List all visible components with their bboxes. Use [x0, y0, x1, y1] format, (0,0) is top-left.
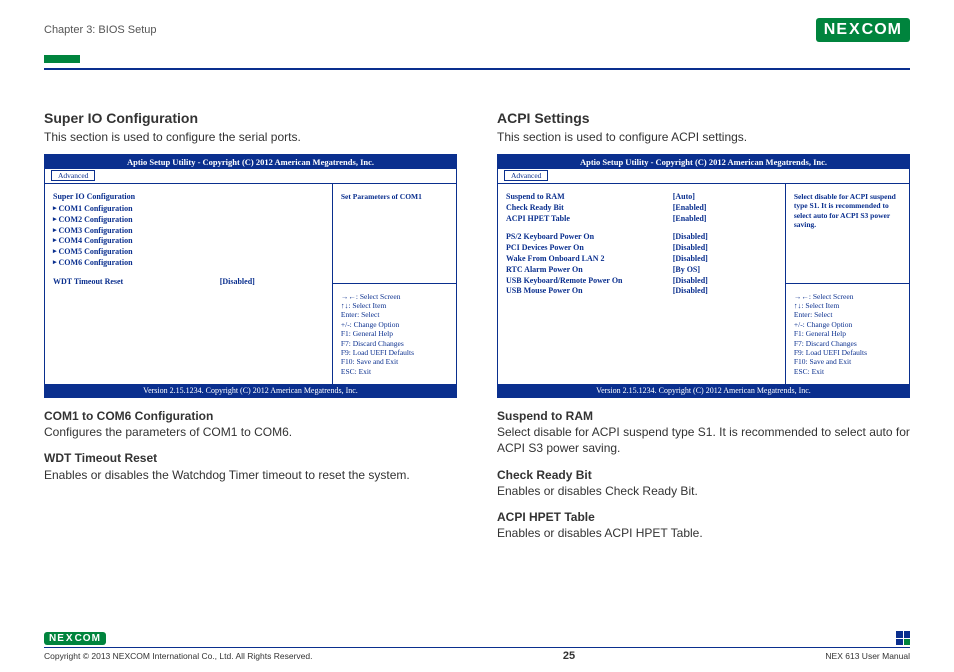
bios-item[interactable]: COM3 Configuration — [53, 226, 324, 237]
desc-title: Check Ready Bit — [497, 468, 592, 482]
right-column: ACPI Settings This section is used to co… — [497, 110, 910, 551]
right-descriptions: Suspend to RAM Select disable for ACPI su… — [497, 408, 910, 541]
bios-item[interactable]: PCI Devices Power On[Disabled] — [506, 243, 777, 254]
help-line: →←: Select Screen — [341, 292, 448, 301]
desc-title: COM1 to COM6 Configuration — [44, 409, 213, 423]
bios-help-keys: →←: Select Screen ↑↓: Select Item Enter:… — [333, 283, 456, 384]
bios-item[interactable]: USB Mouse Power On[Disabled] — [506, 286, 777, 297]
bios-tabs: Advanced — [45, 169, 456, 184]
bios-info-text: Set Parameters of COM1 — [333, 184, 456, 283]
bios-item[interactable]: Wake From Onboard LAN 2[Disabled] — [506, 254, 777, 265]
bios-info-text: Select disable for ACPI suspend type S1.… — [786, 184, 909, 283]
right-title: ACPI Settings — [497, 110, 910, 126]
bios-body: Suspend to RAM[Auto] Check Ready Bit[Ena… — [498, 184, 909, 384]
help-line: F1: General Help — [794, 329, 901, 338]
help-line: F7: Discard Changes — [794, 339, 901, 348]
brand-part-left: NE — [824, 21, 848, 39]
help-line: F9: Load UEFI Defaults — [341, 348, 448, 357]
help-line: F7: Discard Changes — [341, 339, 448, 348]
help-line: ESC: Exit — [341, 367, 448, 376]
help-line: →←: Select Screen — [794, 292, 901, 301]
desc-body: Enables or disables Check Ready Bit. — [497, 484, 698, 498]
bios-item[interactable]: COM4 Configuration — [53, 236, 324, 247]
bios-footer: Version 2.15.1234. Copyright (C) 2012 Am… — [498, 384, 909, 397]
help-line: ESC: Exit — [794, 367, 901, 376]
bios-left-pane: Super IO Configuration COM1 Configuratio… — [45, 184, 333, 384]
header-rule — [44, 50, 910, 70]
bios-item[interactable]: Suspend to RAM[Auto] — [506, 192, 777, 203]
footer-logo: NEXCOM — [44, 632, 106, 645]
desc-body: Enables or disables the Watchdog Timer t… — [44, 468, 410, 482]
page-header: Chapter 3: BIOS Setup NEXCOM — [44, 18, 910, 48]
chapter-label: Chapter 3: BIOS Setup — [44, 24, 157, 36]
brand-part-x: X — [848, 21, 862, 39]
help-line: +/-: Change Option — [341, 320, 448, 329]
brand-part-right: COM — [862, 21, 902, 39]
page-number: 25 — [563, 650, 575, 662]
right-intro: This section is used to configure ACPI s… — [497, 130, 910, 144]
footer-manual: NEX 613 User Manual — [825, 651, 910, 661]
help-line: ↑↓: Select Item — [341, 301, 448, 310]
bios-help-keys: →←: Select Screen ↑↓: Select Item Enter:… — [786, 283, 909, 384]
help-line: Enter: Select — [794, 310, 901, 319]
desc-title: ACPI HPET Table — [497, 510, 595, 524]
help-line: F10: Save and Exit — [794, 357, 901, 366]
help-line: ↑↓: Select Item — [794, 301, 901, 310]
bios-item[interactable]: USB Keyboard/Remote Power On[Disabled] — [506, 276, 777, 287]
bios-item[interactable]: ACPI HPET Table[Enabled] — [506, 214, 777, 225]
bios-pane-heading: Super IO Configuration — [53, 192, 324, 201]
content: Super IO Configuration This section is u… — [44, 110, 910, 551]
green-accent — [44, 55, 80, 63]
help-line: F10: Save and Exit — [341, 357, 448, 366]
footer-copyright: Copyright © 2013 NEXCOM International Co… — [44, 651, 312, 661]
bios-title: Aptio Setup Utility - Copyright (C) 2012… — [498, 155, 909, 169]
bios-tabs: Advanced — [498, 169, 909, 184]
bios-item[interactable]: Check Ready Bit[Enabled] — [506, 203, 777, 214]
bios-left-pane: Suspend to RAM[Auto] Check Ready Bit[Ena… — [498, 184, 786, 384]
desc-body: Configures the parameters of COM1 to COM… — [44, 425, 292, 439]
bios-footer: Version 2.15.1234. Copyright (C) 2012 Am… — [45, 384, 456, 397]
desc-body: Select disable for ACPI suspend type S1.… — [497, 425, 910, 455]
bios-title: Aptio Setup Utility - Copyright (C) 2012… — [45, 155, 456, 169]
left-title: Super IO Configuration — [44, 110, 457, 126]
bios-item[interactable]: COM6 Configuration — [53, 258, 324, 269]
bios-item[interactable]: COM5 Configuration — [53, 247, 324, 258]
desc-title: Suspend to RAM — [497, 409, 593, 423]
bios-right-pane: Select disable for ACPI suspend type S1.… — [786, 184, 909, 384]
help-line: F1: General Help — [341, 329, 448, 338]
left-column: Super IO Configuration This section is u… — [44, 110, 457, 551]
help-line: +/-: Change Option — [794, 320, 901, 329]
blue-rule — [44, 68, 910, 70]
footer-rule — [44, 647, 910, 648]
footer-grid-icon — [896, 631, 910, 645]
bios-tab-advanced[interactable]: Advanced — [51, 170, 95, 181]
desc-body: Enables or disables ACPI HPET Table. — [497, 526, 703, 540]
bios-item[interactable]: COM1 Configuration — [53, 204, 324, 215]
left-intro: This section is used to configure the se… — [44, 130, 457, 144]
bios-tab-advanced[interactable]: Advanced — [504, 170, 548, 181]
bios-item[interactable]: COM2 Configuration — [53, 215, 324, 226]
page-footer: NEXCOM Copyright © 2013 NEXCOM Internati… — [44, 631, 910, 662]
bios-body: Super IO Configuration COM1 Configuratio… — [45, 184, 456, 384]
bios-box-superio: Aptio Setup Utility - Copyright (C) 2012… — [44, 154, 457, 398]
left-descriptions: COM1 to COM6 Configuration Configures the… — [44, 408, 457, 483]
bios-item[interactable]: RTC Alarm Power On[By OS] — [506, 265, 777, 276]
bios-box-acpi: Aptio Setup Utility - Copyright (C) 2012… — [497, 154, 910, 398]
desc-title: WDT Timeout Reset — [44, 451, 157, 465]
help-line: F9: Load UEFI Defaults — [794, 348, 901, 357]
help-line: Enter: Select — [341, 310, 448, 319]
bios-item-wdt[interactable]: WDT Timeout Reset[Disabled] — [53, 277, 324, 288]
bios-item[interactable]: PS/2 Keyboard Power On[Disabled] — [506, 232, 777, 243]
bios-right-pane: Set Parameters of COM1 →←: Select Screen… — [333, 184, 456, 384]
brand-logo: NEXCOM — [816, 18, 910, 42]
